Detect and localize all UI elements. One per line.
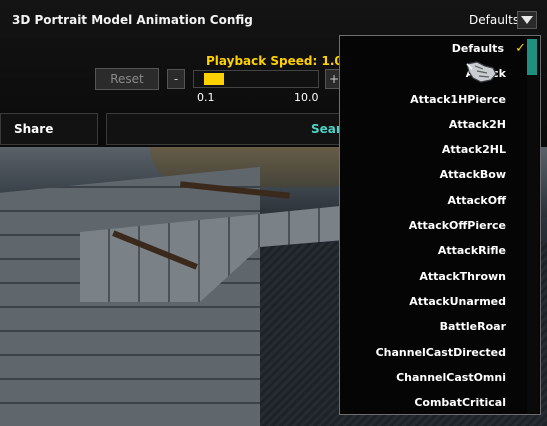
dropdown-item[interactable]: Attack — [340, 61, 528, 86]
gauntlet-cursor-icon — [466, 61, 497, 83]
preset-dropdown-menu: Defaults ✓ Attack Attack1HPierce Attack2… — [339, 35, 541, 415]
dropdown-item[interactable]: Attack1HPierce — [340, 87, 528, 112]
dropdown-item[interactable]: AttackRifle — [340, 238, 528, 263]
dropdown-item[interactable]: AttackOffPierce — [340, 213, 528, 238]
dropdown-item[interactable]: Attack2H — [340, 112, 528, 137]
dropdown-item[interactable]: AttackBow — [340, 162, 528, 187]
dropdown-scrollbar[interactable] — [527, 37, 539, 413]
dropdown-scroll-thumb[interactable] — [527, 39, 537, 75]
slider-max-label: 10.0 — [294, 91, 319, 104]
dropdown-item[interactable]: ChannelCastOmni — [340, 365, 528, 390]
dropdown-item[interactable]: CombatCritical — [340, 390, 528, 414]
playback-speed-slider[interactable] — [193, 70, 319, 88]
share-button[interactable]: Share — [0, 113, 98, 145]
slider-thumb[interactable] — [204, 73, 224, 85]
dropdown-item-label: Defaults — [451, 42, 504, 55]
dropdown-list: Defaults ✓ Attack Attack1HPierce Attack2… — [340, 36, 528, 414]
triangle-down-icon — [521, 16, 533, 24]
dropdown-item[interactable]: AttackOff — [340, 188, 528, 213]
window-title: 3D Portrait Model Animation Config — [12, 13, 253, 27]
dropdown-item[interactable]: Attack2HL — [340, 137, 528, 162]
search-button[interactable]: Searc — [106, 113, 366, 145]
preset-current-label[interactable]: Defaults — [469, 13, 519, 27]
dropdown-item[interactable]: BattleRoar — [340, 314, 528, 339]
reset-button[interactable]: Reset — [95, 68, 159, 90]
slider-min-label: 0.1 — [197, 91, 215, 104]
checkmark-icon: ✓ — [515, 41, 526, 56]
dropdown-item[interactable]: ChannelCastDirected — [340, 340, 528, 365]
dropdown-item-defaults[interactable]: Defaults ✓ — [340, 36, 528, 61]
speed-decrease-button[interactable]: - — [167, 69, 185, 89]
dropdown-item[interactable]: AttackUnarmed — [340, 289, 528, 314]
playback-speed-label: Playback Speed: 1.0 — [206, 54, 343, 68]
dropdown-item[interactable]: AttackThrown — [340, 264, 528, 289]
preset-dropdown-button[interactable] — [517, 11, 537, 29]
